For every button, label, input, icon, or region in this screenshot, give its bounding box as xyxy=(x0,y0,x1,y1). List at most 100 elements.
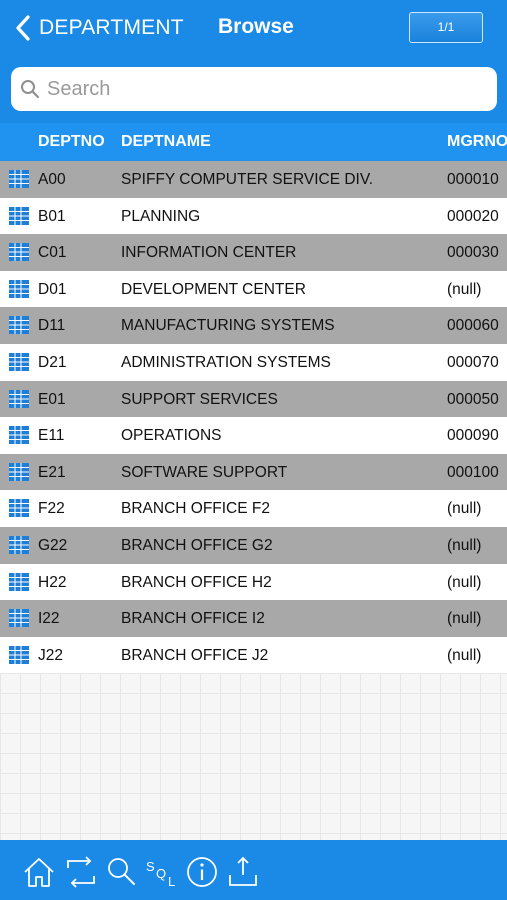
table-icon xyxy=(9,572,29,591)
cell-deptname: PLANNING xyxy=(121,207,201,225)
table-icon xyxy=(9,316,29,335)
cell-mgrno: 000060 xyxy=(447,317,499,335)
table-row[interactable]: I22 BRANCH OFFICE I2 (null) xyxy=(0,600,507,637)
cell-deptno: D01 xyxy=(38,280,67,298)
data-table: A00 SPIFFY COMPUTER SERVICE DIV. 000010 B01… xyxy=(0,161,507,674)
cell-deptno: D11 xyxy=(38,317,66,335)
cell-mgrno: 000090 xyxy=(447,427,499,445)
sql-icon: S Q L xyxy=(146,859,175,889)
cell-mgrno: 000050 xyxy=(447,390,499,408)
table-row[interactable]: D21 ADMINISTRATION SYSTEMS 000070 xyxy=(0,343,507,381)
cell-deptno: A00 xyxy=(38,171,66,188)
table-icon xyxy=(9,645,29,664)
column-header-deptno[interactable]: DEPTNO xyxy=(38,133,105,151)
table-icon xyxy=(9,243,29,262)
table-icon xyxy=(9,389,29,408)
table-row[interactable]: C01 INFORMATION CENTER 000030 xyxy=(0,234,507,271)
sql-letter-q: Q xyxy=(156,866,166,881)
refresh-button[interactable] xyxy=(64,855,98,889)
cell-mgrno: 000020 xyxy=(447,207,499,225)
magnifier-icon xyxy=(108,858,135,885)
cell-deptname: BRANCH OFFICE I2 xyxy=(121,610,265,628)
cell-mgrno: (null) xyxy=(447,573,482,591)
refresh-icon xyxy=(67,856,95,888)
cell-mgrno: (null) xyxy=(447,280,482,298)
info-icon xyxy=(187,857,217,887)
back-label: DEPARTMENT xyxy=(39,16,184,39)
table-icon xyxy=(9,426,29,445)
export-button[interactable] xyxy=(226,855,260,889)
cell-deptno: E01 xyxy=(38,390,66,408)
table-row[interactable]: D11 MANUFACTURING SYSTEMS 000060 xyxy=(0,307,507,344)
table-row[interactable]: E11 OPERATIONS 000090 xyxy=(0,417,507,454)
table-row[interactable]: H22 BRANCH OFFICE H2 (null) xyxy=(0,563,507,601)
cell-deptno: F22 xyxy=(38,500,65,518)
cell-deptname: SUPPORT SERVICES xyxy=(121,390,278,408)
navigation-bar: DEPARTMENT Browse 1/1 xyxy=(0,0,507,123)
table-row[interactable]: D01 DEVELOPMENT CENTER (null) xyxy=(0,270,507,308)
sql-letter-s: S xyxy=(146,859,155,874)
cell-mgrno: (null) xyxy=(447,536,482,554)
table-row[interactable]: E21 SOFTWARE SUPPORT 000100 xyxy=(0,453,507,491)
table-icon xyxy=(9,170,29,188)
table-icon xyxy=(9,206,29,225)
home-button[interactable] xyxy=(22,855,56,889)
cell-deptname: BRANCH OFFICE H2 xyxy=(121,573,272,591)
search-icon xyxy=(21,80,40,99)
table-row[interactable]: J22 BRANCH OFFICE J2 (null) xyxy=(0,636,507,674)
info-button[interactable] xyxy=(185,855,219,889)
cell-deptno: E21 xyxy=(38,463,66,481)
cell-mgrno: (null) xyxy=(447,500,482,518)
export-icon xyxy=(229,856,257,886)
cell-mgrno: 000070 xyxy=(447,353,499,371)
cell-mgrno: (null) xyxy=(447,646,482,664)
cell-mgrno: (null) xyxy=(447,610,482,628)
column-header-row: DEPTNO DEPTNAME MGRNO xyxy=(0,123,507,161)
table-row[interactable]: A00 SPIFFY COMPUTER SERVICE DIV. 000010 xyxy=(0,161,507,198)
chevron-left-icon xyxy=(16,15,30,41)
search-bar[interactable] xyxy=(11,67,497,111)
table-row[interactable]: E01 SUPPORT SERVICES 000050 xyxy=(0,380,507,418)
cell-deptno: B01 xyxy=(38,207,66,225)
cell-deptname: SPIFFY COMPUTER SERVICE DIV. xyxy=(121,171,374,188)
cell-deptname: SOFTWARE SUPPORT xyxy=(121,463,288,481)
cell-mgrno: 000010 xyxy=(447,171,499,188)
table-row[interactable]: G22 BRANCH OFFICE G2 (null) xyxy=(0,526,507,564)
table-icon xyxy=(9,609,29,628)
cell-mgrno: 000030 xyxy=(447,244,499,262)
table-icon xyxy=(9,535,29,554)
sql-letter-l: L xyxy=(168,874,175,889)
cell-deptname: BRANCH OFFICE F2 xyxy=(121,500,270,518)
cell-deptname: INFORMATION CENTER xyxy=(121,244,297,262)
search-tool-button[interactable] xyxy=(104,855,138,889)
table-icon xyxy=(9,462,29,481)
back-button[interactable]: DEPARTMENT xyxy=(14,12,184,44)
search-input[interactable] xyxy=(47,77,487,101)
home-icon xyxy=(24,858,54,887)
cell-deptno: J22 xyxy=(38,646,63,664)
table-icon xyxy=(9,499,29,518)
table-row[interactable]: B01 PLANNING 000020 xyxy=(0,197,507,235)
cell-deptname: ADMINISTRATION SYSTEMS xyxy=(121,353,331,371)
column-header-mgrno[interactable]: MGRNO xyxy=(447,133,507,151)
column-header-deptname[interactable]: DEPTNAME xyxy=(121,133,211,151)
cell-deptname: DEVELOPMENT CENTER xyxy=(121,280,306,298)
page-indicator-button[interactable]: 1/1 xyxy=(409,12,483,43)
table-row[interactable]: F22 BRANCH OFFICE F2 (null) xyxy=(0,490,507,527)
table-icon xyxy=(9,352,29,371)
cell-deptno: G22 xyxy=(38,536,68,554)
sql-button[interactable]: S Q L xyxy=(145,855,179,889)
cell-deptname: BRANCH OFFICE J2 xyxy=(121,646,269,664)
cell-deptname: MANUFACTURING SYSTEMS xyxy=(121,317,335,335)
cell-deptno: H22 xyxy=(38,573,67,591)
cell-deptno: C01 xyxy=(38,244,67,262)
cell-deptname: BRANCH OFFICE G2 xyxy=(121,536,273,554)
cell-deptno: I22 xyxy=(38,610,60,628)
empty-grid-area xyxy=(0,673,507,840)
page-title: Browse xyxy=(218,15,294,38)
table-icon xyxy=(9,279,29,298)
cell-deptno: D21 xyxy=(38,353,67,371)
bottom-toolbar: S Q L xyxy=(0,840,507,900)
cell-deptname: OPERATIONS xyxy=(121,427,222,445)
cell-deptno: E11 xyxy=(38,427,65,445)
